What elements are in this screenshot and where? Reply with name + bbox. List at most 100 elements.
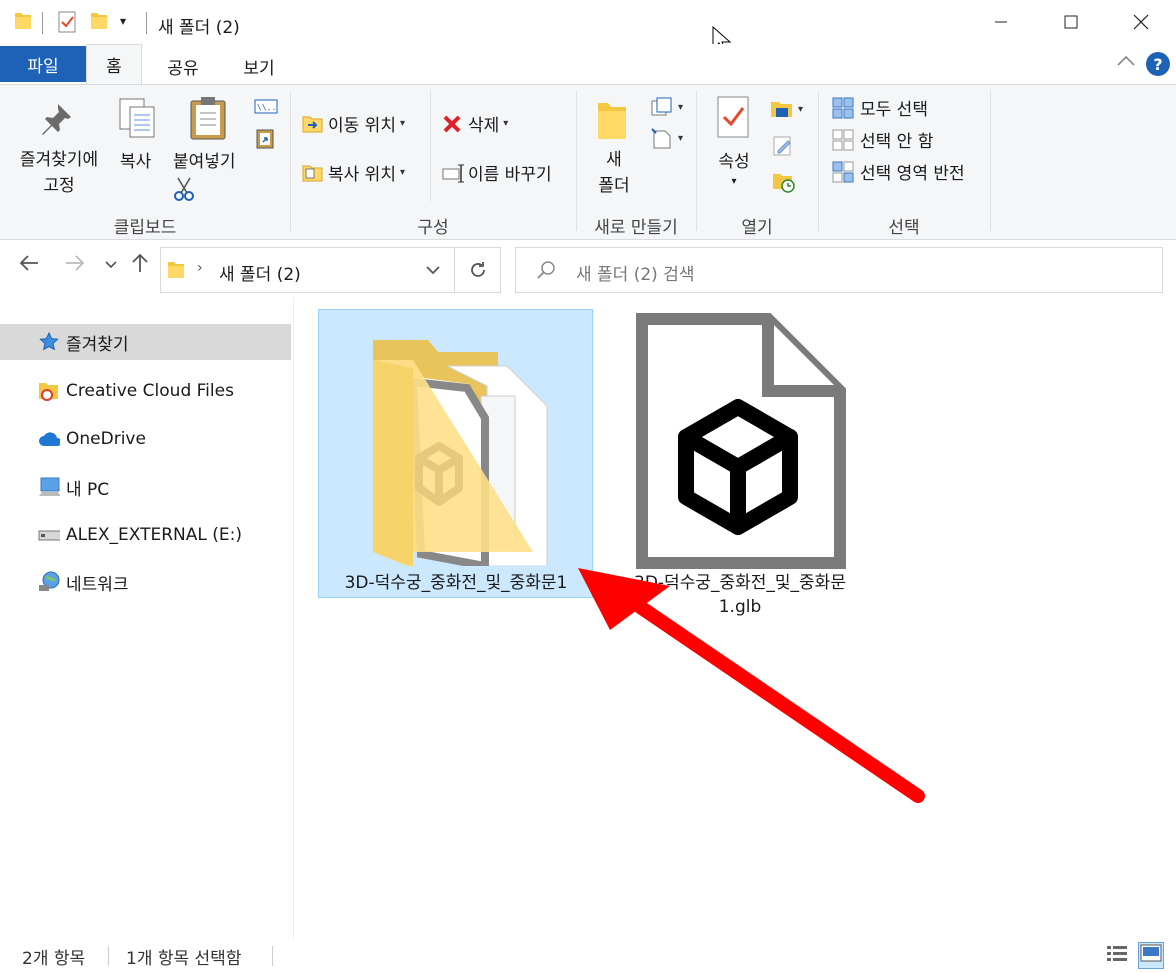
nav-item-network[interactable]: 네트워크 xyxy=(0,564,291,600)
invert-selection-button[interactable]: 선택 영역 반전 xyxy=(832,159,965,184)
breadcrumb[interactable]: 새 폴더 (2) xyxy=(219,260,301,285)
nav-item-onedrive[interactable]: OneDrive xyxy=(0,421,291,457)
open-group-label: 열기 xyxy=(741,218,773,238)
copy-to-icon xyxy=(302,165,323,181)
pin-icon xyxy=(38,101,74,142)
copy-to-button[interactable]: 복사 위치 ▾ xyxy=(302,160,405,185)
help-icon[interactable]: ? xyxy=(1146,52,1170,76)
new-group-label: 새로 만들기 xyxy=(594,218,678,238)
nav-item-label: OneDrive xyxy=(66,429,146,449)
select-all-button[interactable]: 모두 선택 xyxy=(832,95,928,120)
address-bar[interactable]: › 새 폴더 (2) xyxy=(160,247,455,293)
tab-share[interactable]: 공유 xyxy=(150,48,216,84)
folder-icon xyxy=(369,336,549,571)
drive-icon xyxy=(38,524,60,546)
collapse-ribbon-icon[interactable] xyxy=(1116,54,1136,72)
selected-count: 1개 항목 선택함 xyxy=(126,949,242,969)
new-folder-button[interactable]: 새 폴더 xyxy=(596,147,632,199)
divider xyxy=(42,12,43,34)
properties-quick-icon[interactable] xyxy=(58,11,78,37)
new-folder-quick-icon[interactable] xyxy=(90,11,108,35)
search-icon xyxy=(536,260,556,284)
star-icon xyxy=(38,331,60,353)
nav-item-quick-access[interactable]: 즐겨찾기 xyxy=(0,324,291,360)
divider xyxy=(990,91,991,231)
ribbon-tabs: 파일 홈 공유 보기 ? xyxy=(0,44,1176,84)
easy-access-icon xyxy=(651,128,671,149)
move-to-button[interactable]: 이동 위치 ▾ xyxy=(302,111,405,136)
copy-to-label: 복사 위치 xyxy=(328,165,396,185)
tab-view[interactable]: 보기 xyxy=(224,48,294,84)
select-none-icon xyxy=(832,129,854,150)
refresh-icon xyxy=(470,262,485,277)
easy-access-button[interactable]: ▾ xyxy=(650,127,683,149)
rename-button[interactable]: 이름 바꾸기 xyxy=(442,160,552,185)
nav-item-external-drive[interactable]: ALEX_EXTERNAL (E:) xyxy=(0,517,291,553)
copy-path-icon[interactable]: \\... xyxy=(254,99,281,120)
history-icon[interactable] xyxy=(772,171,796,198)
chevron-down-icon xyxy=(105,261,117,269)
details-view-icon[interactable] xyxy=(1106,944,1128,969)
divider xyxy=(272,946,273,966)
divider xyxy=(696,91,697,231)
maximize-button[interactable] xyxy=(1036,0,1106,44)
new-folder-label: 폴더 xyxy=(598,176,630,196)
window-title: 새 폴더 (2) xyxy=(158,18,240,38)
arrow-up-icon xyxy=(132,253,148,272)
open-folder-icon xyxy=(771,102,792,117)
recent-locations-button[interactable] xyxy=(104,256,118,277)
rename-label: 이름 바꾸기 xyxy=(468,165,552,185)
nav-item-label: 네트워크 xyxy=(66,574,129,595)
up-button[interactable] xyxy=(130,252,150,279)
customize-quick-access-icon[interactable]: ▾ xyxy=(120,14,126,28)
new-item-button[interactable]: ▾ xyxy=(650,97,683,117)
tab-home[interactable]: 홈 xyxy=(86,44,142,84)
search-box[interactable]: 새 폴더 (2) 검색 xyxy=(515,247,1163,293)
paste-button[interactable]: 붙여넣기 xyxy=(173,147,236,172)
svg-text:\\...: \\... xyxy=(257,103,278,112)
divider xyxy=(146,12,147,34)
move-to-label: 이동 위치 xyxy=(328,116,396,136)
clipboard-icon xyxy=(188,95,228,146)
forward-button[interactable] xyxy=(64,252,86,279)
nav-item-creative-cloud[interactable]: Creative Cloud Files xyxy=(0,373,291,409)
edit-icon[interactable] xyxy=(772,135,794,162)
new-item-icon xyxy=(651,97,672,116)
back-button[interactable] xyxy=(18,252,40,279)
invert-selection-icon xyxy=(832,161,854,182)
file-item-folder[interactable] xyxy=(318,309,593,598)
delete-icon xyxy=(443,115,461,132)
refresh-button[interactable] xyxy=(455,247,501,293)
folder-icon xyxy=(14,11,32,35)
arrow-left-icon xyxy=(19,255,38,271)
organize-group-label: 구성 xyxy=(417,218,449,238)
select-all-icon xyxy=(832,97,854,118)
minimize-button[interactable] xyxy=(966,0,1036,44)
open-button[interactable]: ▾ xyxy=(770,99,803,119)
computer-icon xyxy=(38,476,60,498)
move-to-icon xyxy=(302,116,323,132)
pin-to-quick-access-button[interactable]: 즐겨찾기에 고정 xyxy=(12,147,106,199)
new-folder-icon xyxy=(596,97,628,146)
nav-item-label: Creative Cloud Files xyxy=(66,381,234,401)
properties-button[interactable]: 속성 ▾ xyxy=(714,147,754,187)
copy-button[interactable]: 복사 xyxy=(120,147,151,172)
new-folder-label: 새 xyxy=(606,150,622,170)
breadcrumb-separator-icon: › xyxy=(197,260,203,276)
large-icons-view-icon[interactable] xyxy=(1138,942,1164,969)
tab-file[interactable]: 파일 xyxy=(0,46,86,82)
close-button[interactable] xyxy=(1106,0,1176,44)
clipboard-group-label: 클립보드 xyxy=(113,218,177,238)
ribbon: 즐겨찾기에 고정 복사 붙여넣기 \\... 클립보드 이동 위치▾ 복사 위치… xyxy=(0,84,1176,240)
nav-item-label: 즐겨찾기 xyxy=(66,334,129,355)
search-input[interactable]: 새 폴더 (2) 검색 xyxy=(576,260,695,285)
delete-button[interactable]: 삭제 ▾ xyxy=(442,111,508,136)
select-group-label: 선택 xyxy=(888,218,920,238)
status-bar: 2개 항목 1개 항목 선택함 xyxy=(0,938,1176,973)
cut-icon[interactable] xyxy=(174,177,194,206)
select-none-button[interactable]: 선택 안 함 xyxy=(832,127,933,152)
nav-item-this-pc[interactable]: 내 PC xyxy=(0,469,291,505)
rename-icon xyxy=(442,164,464,182)
address-dropdown-button[interactable] xyxy=(425,262,441,282)
paste-shortcut-icon[interactable] xyxy=(256,127,274,154)
